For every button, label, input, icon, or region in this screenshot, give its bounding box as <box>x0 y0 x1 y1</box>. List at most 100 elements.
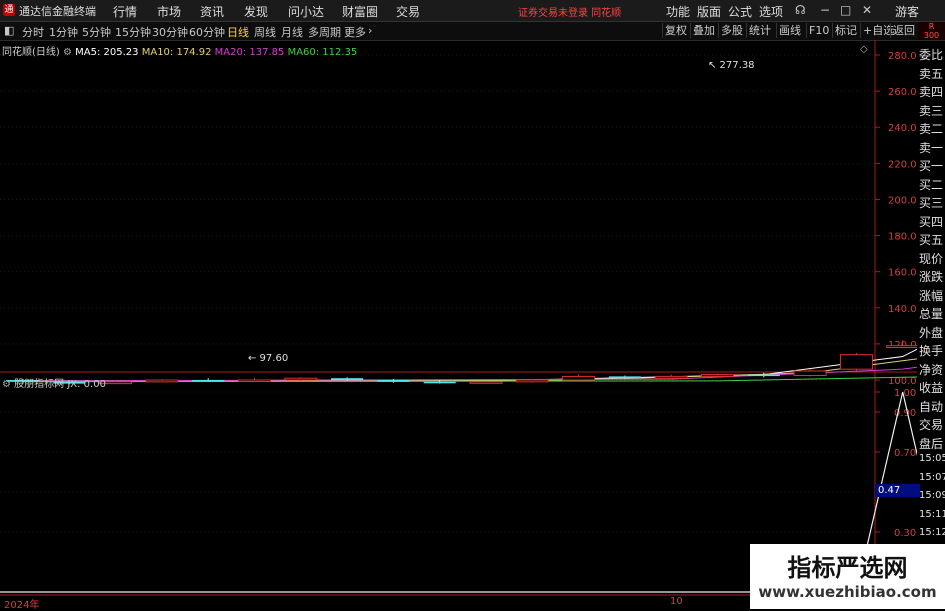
menu-item[interactable]: 功能 <box>666 3 690 20</box>
side-panel-item[interactable]: 委比 <box>919 46 943 63</box>
stock-name[interactable]: 同花顺(日线) <box>2 47 60 58</box>
app-logo-icon: 通 <box>3 4 15 16</box>
tab-period[interactable]: 多周期 <box>308 24 341 40</box>
minimize-icon[interactable]: − <box>820 3 830 17</box>
tab-period[interactable]: 30分钟 <box>152 24 188 40</box>
side-panel-item[interactable]: 15:12 <box>919 527 945 538</box>
side-panel-item[interactable]: 收益 <box>919 379 943 396</box>
side-panel-item[interactable]: 15:05 <box>919 453 945 464</box>
indicator-legend: ⚙ 股朋指标网 JX: 0.00 <box>2 375 106 390</box>
side-panel-item[interactable]: 净资 <box>919 361 943 378</box>
tab-period-active[interactable]: 日线 <box>227 24 249 40</box>
side-panel-item[interactable]: 卖三 <box>919 102 943 119</box>
price-tick-label: 160.0 <box>888 268 917 279</box>
side-panel-item[interactable]: 涨跌 <box>919 268 943 285</box>
close-icon[interactable]: ✕ <box>862 3 872 17</box>
menu-item[interactable]: 选项 <box>759 3 783 20</box>
candle[interactable] <box>654 374 688 380</box>
kline-chart[interactable]: 280.0 260.0 240.0 220.0 200.0 180.0 160.0 140.0… <box>0 40 917 609</box>
menu-item[interactable]: 资讯 <box>200 3 224 20</box>
side-panel-item[interactable]: 卖二 <box>919 120 943 137</box>
side-panel-item[interactable]: 外盘 <box>919 324 943 341</box>
candle-body <box>562 375 596 381</box>
candle[interactable] <box>284 377 318 381</box>
side-panel-item[interactable]: 涨幅 <box>919 287 943 304</box>
candle-body <box>793 370 827 376</box>
maximize-icon[interactable]: □ <box>840 3 851 17</box>
candle-body <box>331 378 364 380</box>
tab-period[interactable]: 周线 <box>254 24 276 40</box>
side-panel-item[interactable]: 15:07 <box>919 472 945 483</box>
settings-icon[interactable]: ⚙ <box>63 47 72 58</box>
tab-period[interactable]: 60分钟 <box>189 24 225 40</box>
side-panel-item[interactable]: 总量 <box>919 305 943 322</box>
side-panel-item[interactable]: 现价 <box>919 250 943 267</box>
toggle-panel-icon[interactable]: ◧ <box>4 24 14 37</box>
side-panel-item[interactable]: 买二 <box>919 176 943 193</box>
side-panel-item[interactable]: 交易 <box>919 416 943 433</box>
corner-bottom: 300 <box>923 31 940 40</box>
login-warning[interactable]: 证券交易未登录 同花顺 <box>518 4 621 19</box>
tab-period[interactable]: 更多 <box>344 24 366 40</box>
side-panel-item[interactable]: 卖四 <box>919 83 943 100</box>
indicator-label[interactable]: 股朋指标网 JX: 0.00 <box>14 379 106 390</box>
side-panel-item[interactable]: 买一 <box>919 157 943 174</box>
toolbar-button[interactable]: 返回 <box>890 23 917 38</box>
chevron-right-icon[interactable]: › <box>368 24 372 37</box>
toolbar-button[interactable]: 统计 <box>746 23 773 38</box>
guest-label[interactable]: 游客 <box>895 3 919 20</box>
tab-period[interactable]: 分时 <box>22 24 44 40</box>
toolbar-button[interactable]: 标记 <box>832 23 859 38</box>
diamond-icon[interactable]: ◇ <box>860 44 868 55</box>
side-panel-item[interactable]: 自动 <box>919 398 943 415</box>
price-axis: 280.0 260.0 240.0 220.0 200.0 180.0 160.0 140.0… <box>875 51 917 387</box>
side-panel-item[interactable]: 卖五 <box>919 65 943 82</box>
candle[interactable] <box>192 378 225 382</box>
tab-period[interactable]: 15分钟 <box>115 24 151 40</box>
menu-item[interactable]: 发现 <box>244 3 268 20</box>
menu-item[interactable]: 财富圈 <box>342 3 378 20</box>
menu-item[interactable]: 公式 <box>728 3 752 20</box>
side-panel-item[interactable]: 15:11 <box>919 509 945 520</box>
menu-item[interactable]: 问小达 <box>288 3 324 20</box>
candle[interactable] <box>238 378 271 382</box>
toolbar-button[interactable]: 复权 <box>662 23 689 38</box>
ma10-line <box>22 358 917 382</box>
menu-bar: 通 通达信金融终端 行情 市场 资讯 发现 问小达 财富圈 交易 证券交易未登录… <box>0 0 945 22</box>
candle[interactable] <box>701 373 734 378</box>
candle[interactable] <box>839 352 873 371</box>
side-panel-item[interactable]: 15:09 <box>919 490 945 501</box>
side-panel-item[interactable]: 换手 <box>919 342 943 359</box>
tab-period[interactable]: 1分钟 <box>49 24 78 40</box>
candle-body <box>747 374 780 377</box>
side-panel-item[interactable]: 盘后 <box>919 435 943 452</box>
headset-icon[interactable]: ☊ <box>795 3 806 17</box>
candle-body <box>423 381 456 384</box>
side-panel-item[interactable]: 买五 <box>919 231 943 248</box>
candle[interactable] <box>515 379 549 383</box>
watermark-title: 指标严选网 <box>787 554 908 582</box>
candle-body <box>701 374 734 377</box>
toolbar-button[interactable]: 多股 <box>718 23 745 38</box>
candle-body <box>654 375 688 379</box>
tab-period[interactable]: 月线 <box>281 24 303 40</box>
side-panel-item[interactable]: 买三 <box>919 194 943 211</box>
corner-top: R <box>928 22 935 31</box>
tab-period[interactable]: 5分钟 <box>82 24 111 40</box>
candle[interactable] <box>469 380 503 384</box>
candle[interactable] <box>145 379 179 383</box>
side-panel-item[interactable]: 买四 <box>919 213 943 230</box>
menu-item[interactable]: 行情 <box>113 3 137 20</box>
price-tick-label: 280.0 <box>888 51 917 62</box>
ma5-line <box>23 348 917 382</box>
side-panel-item[interactable]: 卖一 <box>919 139 943 156</box>
menu-item[interactable]: 版面 <box>697 3 721 20</box>
settings-icon[interactable]: ⚙ <box>2 379 11 390</box>
menu-item[interactable]: 交易 <box>396 3 420 20</box>
menu-item[interactable]: 市场 <box>157 3 181 20</box>
candle[interactable] <box>562 374 596 381</box>
toolbar-button[interactable]: 叠加 <box>690 23 717 38</box>
toolbar-button[interactable]: F10 <box>806 23 831 38</box>
toolbar-button[interactable]: 画线 <box>776 23 803 38</box>
candle-body <box>145 379 179 383</box>
